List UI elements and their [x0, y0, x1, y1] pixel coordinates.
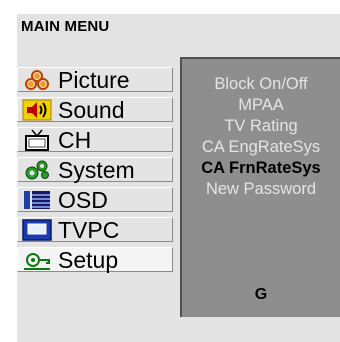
menu-item-label: OSD	[58, 187, 108, 213]
submenu-item-ca-engratesys[interactable]: CA EngRateSys	[182, 138, 340, 157]
menu-item-picture[interactable]: Picture	[17, 67, 173, 92]
menu-item-label: Sound	[58, 97, 125, 123]
osd-icon	[22, 189, 52, 211]
menu-item-ch[interactable]: CH	[17, 127, 173, 152]
submenu-item-mpaa[interactable]: MPAA	[182, 96, 340, 115]
submenu-panel: Block On/Off MPAA TV Rating CA EngRateSy…	[180, 57, 340, 317]
menu-item-setup[interactable]: Setup	[17, 247, 173, 272]
menu-item-label: CH	[58, 127, 92, 153]
tv-icon	[22, 129, 52, 151]
submenu-item-ca-frnratesys[interactable]: CA FrnRateSys	[182, 159, 340, 178]
menu-item-label: System	[58, 157, 135, 183]
menu-item-label: Picture	[58, 67, 130, 93]
monitor-icon	[22, 219, 52, 241]
menu-item-label: Setup	[58, 247, 119, 273]
system-icon	[22, 159, 52, 181]
submenu-item-block-on-off[interactable]: Block On/Off	[182, 75, 340, 94]
menu-item-label: TVPC	[58, 217, 120, 243]
menu-item-sound[interactable]: Sound	[17, 97, 173, 122]
menu-item-system[interactable]: System	[17, 157, 173, 182]
submenu-item-new-password[interactable]: New Password	[182, 180, 340, 199]
sound-icon	[22, 99, 52, 121]
menu-item-osd[interactable]: OSD	[17, 187, 173, 212]
rating-value: G	[254, 286, 268, 303]
picture-icon	[22, 69, 52, 91]
submenu-item-tv-rating[interactable]: TV Rating	[182, 117, 340, 136]
setup-icon	[22, 249, 52, 271]
menu-title: MAIN MENU	[21, 18, 110, 35]
menu-item-tvpc[interactable]: TVPC	[17, 217, 173, 242]
